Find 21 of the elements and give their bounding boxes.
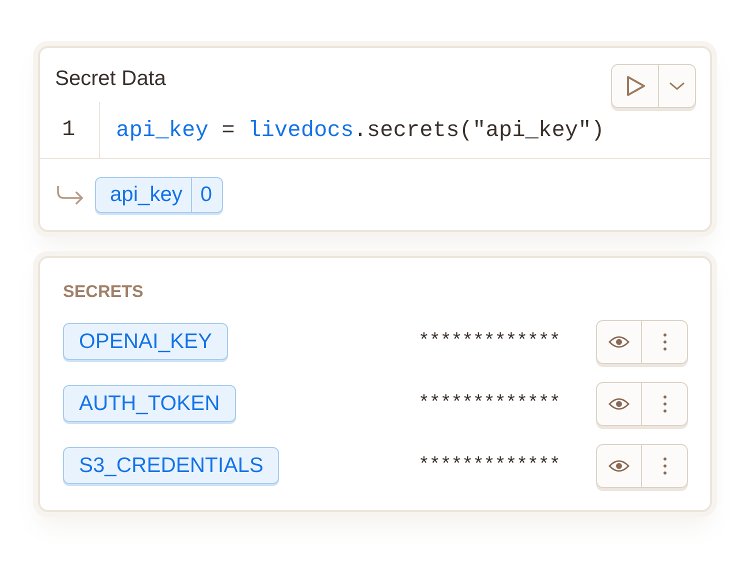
eye-icon: [608, 459, 630, 473]
eye-icon: [608, 335, 630, 349]
masked-value: *************: [418, 392, 560, 414]
more-vertical-icon: [662, 457, 666, 475]
masked-value: *************: [418, 330, 560, 352]
output-chip[interactable]: api_key 0: [95, 176, 224, 212]
output-name: api_key: [109, 182, 184, 206]
secret-name-tag[interactable]: AUTH_TOKEN: [63, 384, 236, 422]
chevron-down-icon: [668, 81, 686, 91]
code-line[interactable]: api_key = livedocs.secrets("api_key"): [100, 118, 604, 142]
more-vertical-icon: [662, 395, 666, 413]
eye-icon: [608, 397, 630, 411]
return-arrow-icon: [55, 184, 85, 206]
more-vertical-icon: [662, 333, 666, 351]
masked-value: *************: [418, 454, 560, 476]
secret-name-tag[interactable]: S3_CREDENTIALS: [63, 446, 280, 484]
line-number: 1: [40, 102, 100, 158]
cell-title: Secret Data: [55, 67, 166, 91]
secret-name-tag[interactable]: OPENAI_KEY: [63, 322, 228, 360]
section-heading: SECRETS: [63, 282, 144, 302]
output-value: 0: [191, 178, 222, 212]
